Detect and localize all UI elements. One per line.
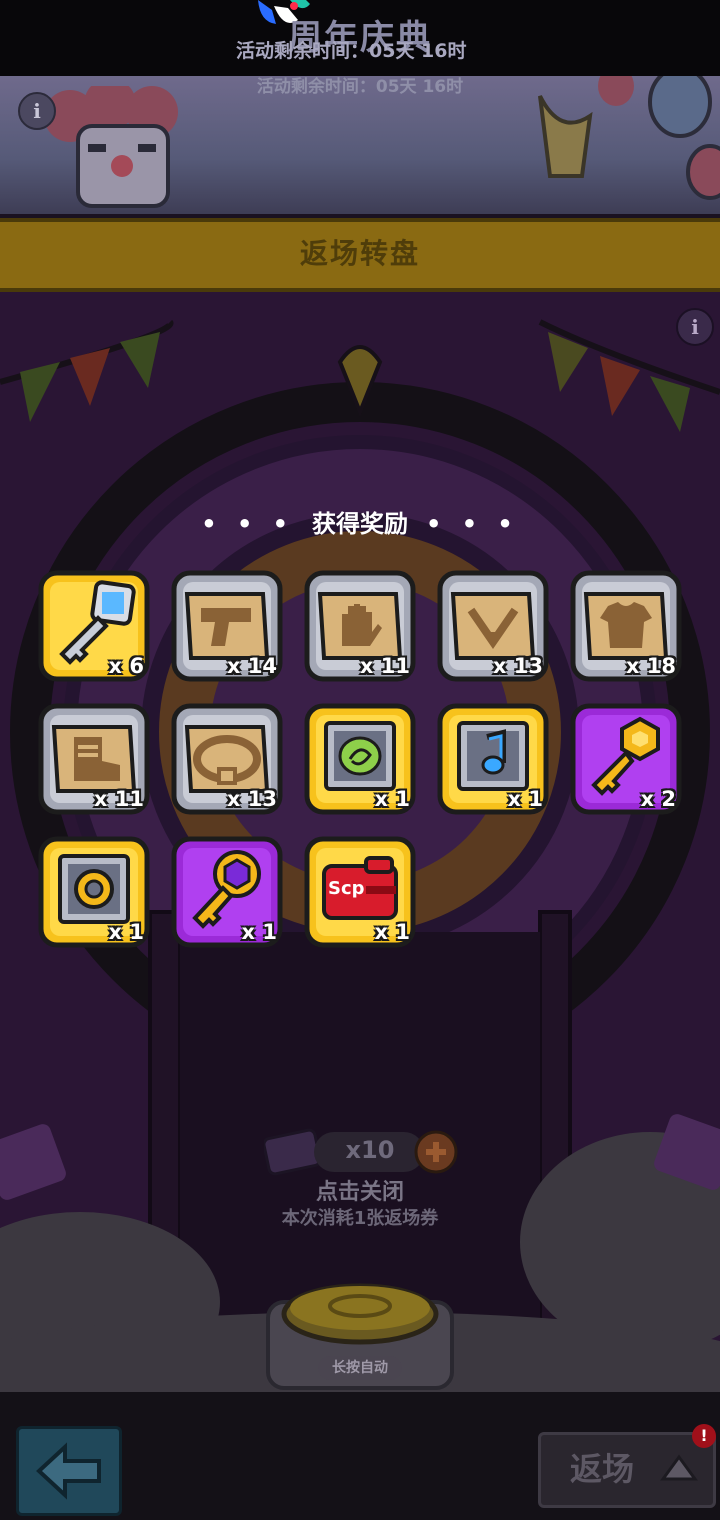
reward-item[interactable]: x 18 bbox=[570, 570, 682, 682]
reward-count: x 2 bbox=[640, 787, 676, 811]
back-button[interactable] bbox=[16, 1426, 122, 1516]
reward-title: • • • 获得奖励 • • • bbox=[0, 504, 720, 539]
svg-text:Scp: Scp bbox=[328, 878, 365, 899]
banner-remaining-time-overlay: 活动剩余时间：05天 16时 bbox=[236, 40, 467, 62]
ticket-count: x10 bbox=[345, 1136, 395, 1164]
reward-count: x 1 bbox=[374, 787, 410, 811]
notification-badge: ! bbox=[692, 1424, 716, 1448]
reward-item[interactable]: x 1 bbox=[38, 836, 150, 948]
clown-mascot-icon bbox=[44, 86, 178, 208]
reward-count: x 1 bbox=[507, 787, 543, 811]
reward-item[interactable]: x 2 bbox=[570, 703, 682, 815]
reward-item[interactable]: x 14 bbox=[171, 570, 283, 682]
reward-count: x 6 bbox=[108, 654, 144, 678]
reward-title-text: 获得奖励 bbox=[312, 510, 408, 538]
wheel-info-button[interactable]: i bbox=[676, 308, 714, 346]
reward-count: x 13 bbox=[226, 787, 277, 811]
reward-count: x 11 bbox=[93, 787, 144, 811]
arrow-left-icon bbox=[36, 1442, 101, 1500]
reward-item[interactable]: x 13 bbox=[437, 570, 549, 682]
reward-item[interactable]: x 6 bbox=[38, 570, 150, 682]
banner-remaining-time: 活动剩余时间：05天 16时 bbox=[256, 77, 464, 97]
reward-count: x 14 bbox=[226, 654, 277, 678]
auto-spin-label: 长按自动 bbox=[318, 1356, 402, 1380]
reward-count: x 18 bbox=[625, 654, 676, 678]
section-header-title: 返场转盘 bbox=[299, 237, 420, 270]
return-button-label: 返场 bbox=[570, 1450, 635, 1488]
reward-item[interactable]: x 1 bbox=[171, 836, 283, 948]
reward-count: x 1 bbox=[374, 920, 410, 944]
reward-item[interactable]: x 1 bbox=[437, 703, 549, 815]
click-to-close-text[interactable]: 点击关闭 bbox=[0, 1174, 720, 1206]
reward-item[interactable]: x 11 bbox=[304, 570, 416, 682]
banner-info-button[interactable]: i bbox=[18, 92, 56, 130]
reward-item[interactable]: Scp x 1 bbox=[304, 836, 416, 948]
chevron-up-icon bbox=[660, 1454, 698, 1481]
reward-title-dots-right: • • • bbox=[426, 510, 519, 538]
reward-item[interactable]: x 11 bbox=[38, 703, 150, 815]
reward-count: x 1 bbox=[241, 920, 277, 944]
reward-count: x 13 bbox=[492, 654, 543, 678]
reward-count: x 11 bbox=[359, 654, 410, 678]
reward-item[interactable]: x 13 bbox=[171, 703, 283, 815]
ticket-consume-text: 本次消耗1张返场券 bbox=[281, 1208, 439, 1229]
reward-title-dots-left: • • • bbox=[201, 510, 294, 538]
reward-count: x 1 bbox=[108, 920, 144, 944]
reward-item[interactable]: x 1 bbox=[304, 703, 416, 815]
